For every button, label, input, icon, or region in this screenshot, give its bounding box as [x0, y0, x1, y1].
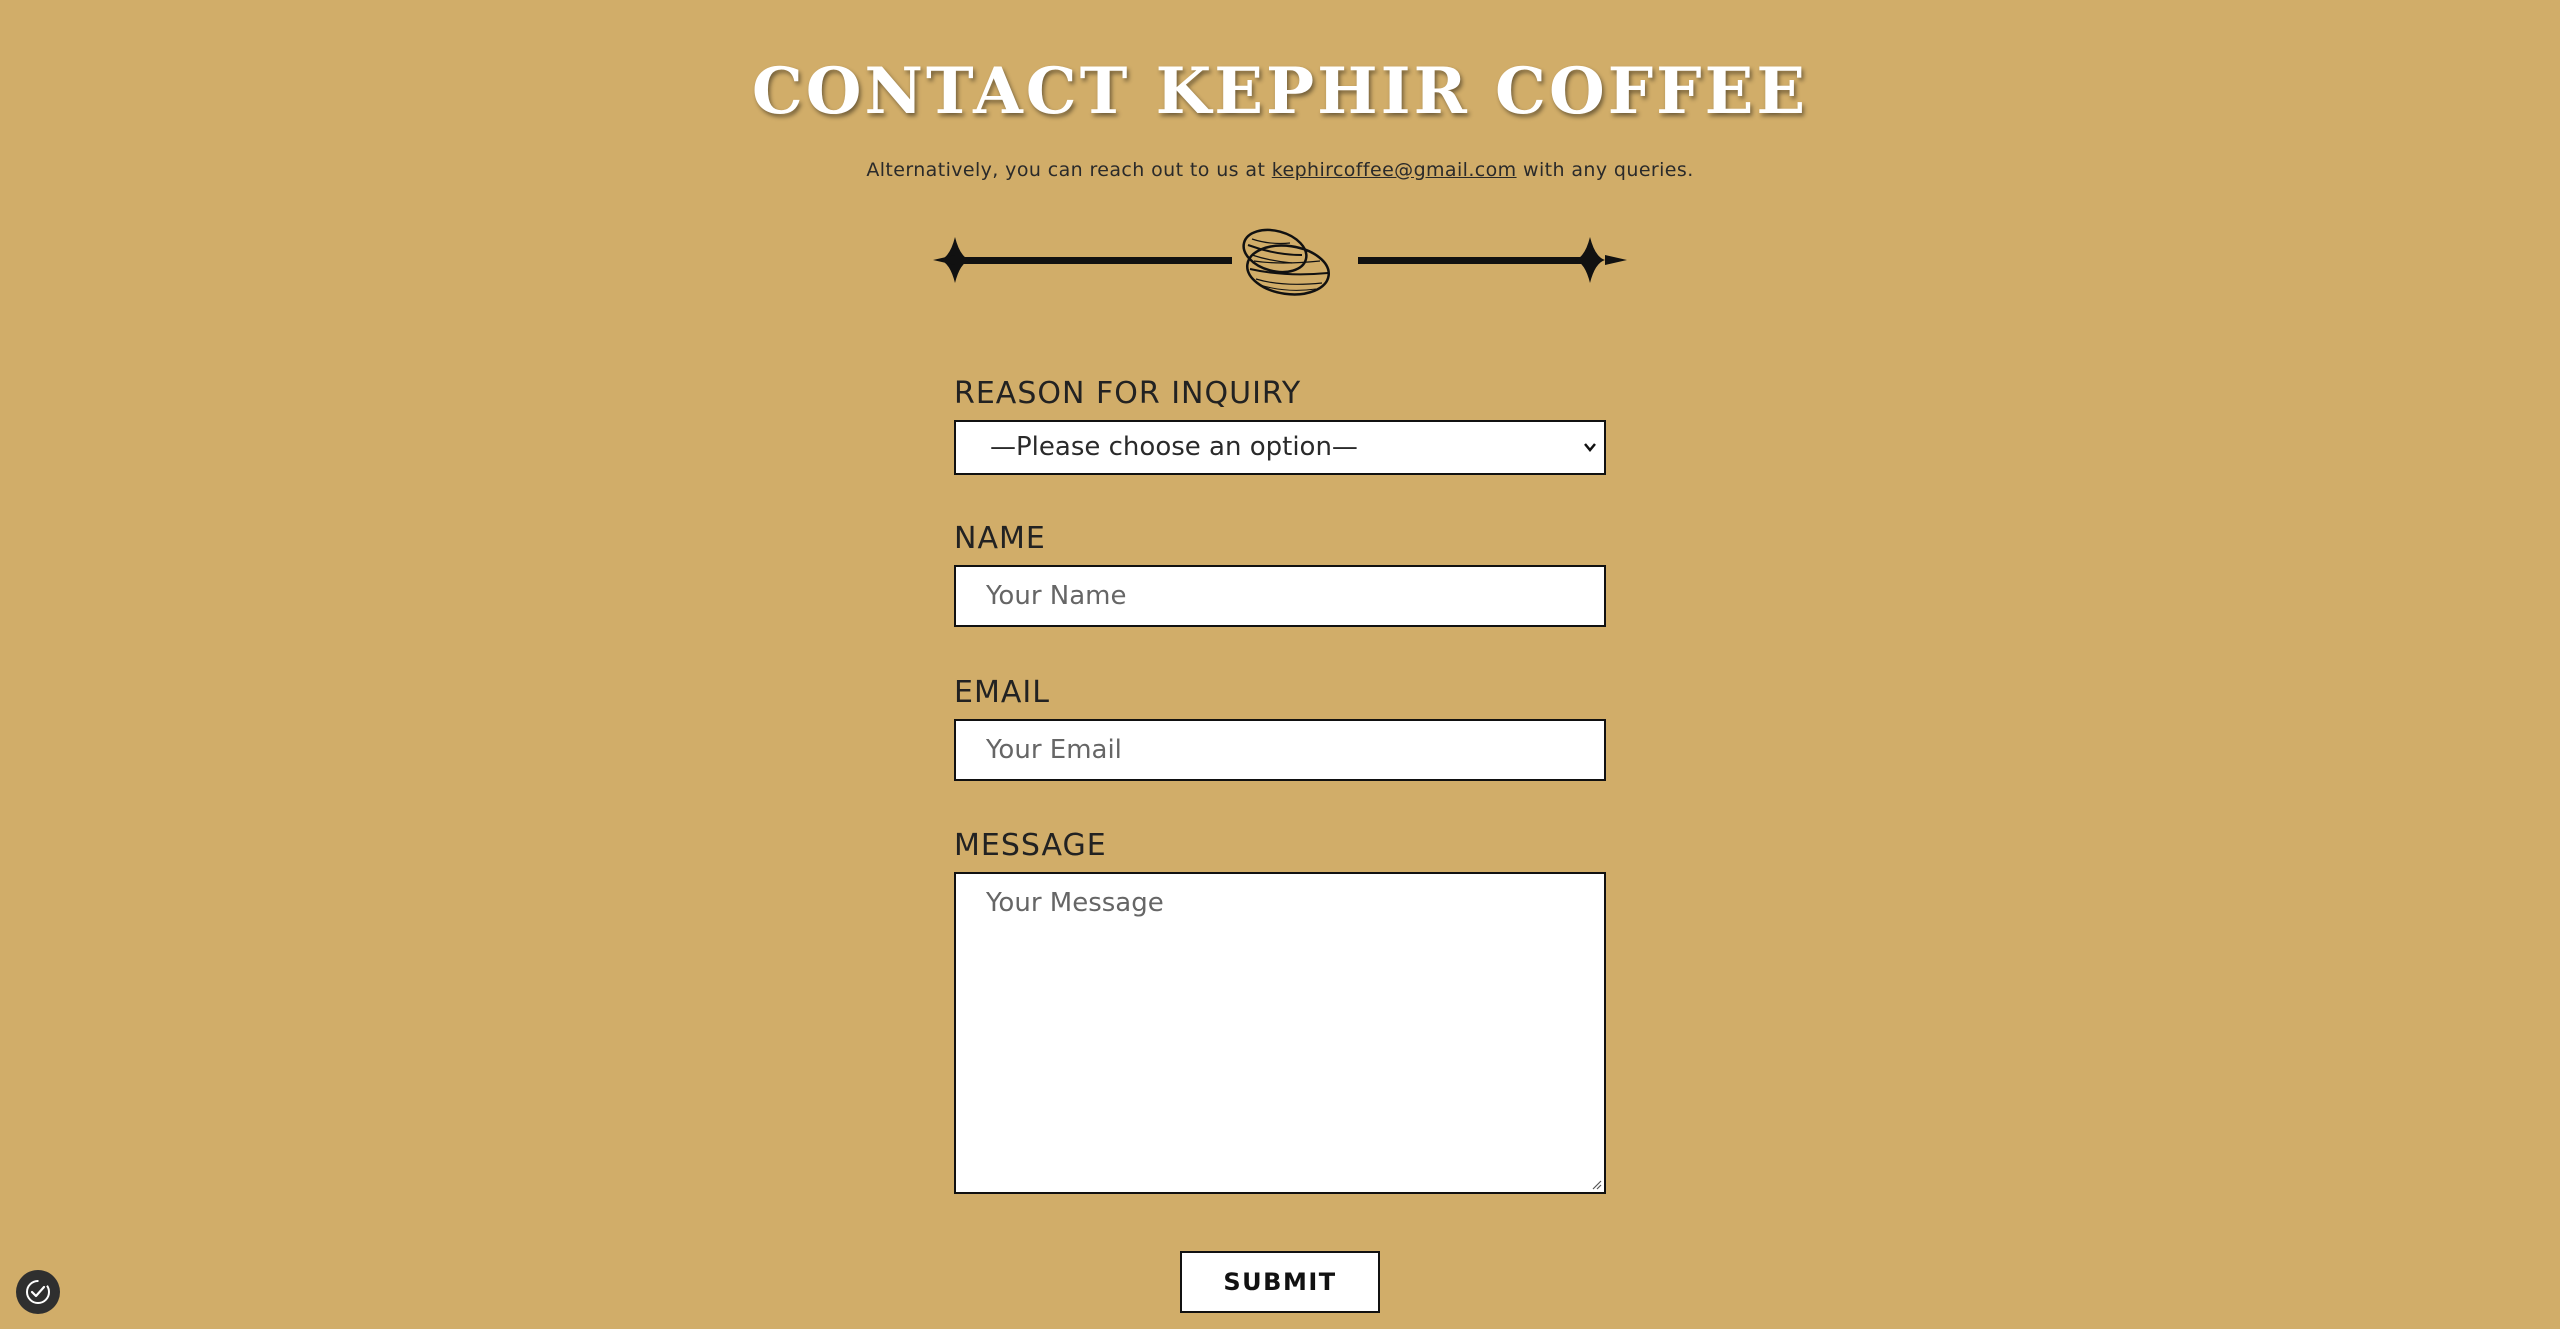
page-title: CONTACT KEPHIR COFFEE — [751, 54, 1809, 129]
reason-select-value: —Please choose an option— — [990, 432, 1358, 462]
privacy-settings-icon — [26, 1280, 50, 1304]
subtitle-prefix: Alternatively, you can reach out to us a… — [866, 159, 1272, 181]
message-textarea[interactable]: Your Message — [954, 872, 1606, 1194]
reason-label: REASON FOR INQUIRY — [954, 376, 1302, 411]
email-label: EMAIL — [954, 675, 1050, 710]
message-label: MESSAGE — [954, 828, 1107, 863]
subtitle-suffix: with any queries. — [1516, 159, 1694, 181]
message-placeholder: Your Message — [986, 888, 1164, 918]
email-link[interactable]: kephircoffee@gmail.com — [1272, 159, 1517, 181]
resize-grip-icon[interactable] — [1590, 1178, 1602, 1190]
chevron-down-icon — [1584, 443, 1596, 452]
divider-right-line — [1358, 237, 1627, 283]
name-input[interactable]: Your Name — [954, 565, 1606, 627]
reason-select[interactable]: —Please choose an option— — [954, 420, 1606, 475]
email-input[interactable]: Your Email — [954, 719, 1606, 781]
name-field-group: NAME Your Name — [954, 519, 1606, 627]
name-label: NAME — [954, 521, 1046, 556]
email-field-group: EMAIL Your Email — [954, 673, 1606, 781]
coffee-beans-icon — [1242, 228, 1330, 296]
decorative-divider — [933, 228, 1627, 296]
message-field-group: MESSAGE Your Message — [954, 826, 1606, 1194]
divider-left-line — [933, 237, 1232, 283]
privacy-settings-button[interactable] — [16, 1270, 60, 1314]
contact-subtitle: Alternatively, you can reach out to us a… — [0, 157, 2560, 183]
reason-field-group: REASON FOR INQUIRY —Please choose an opt… — [954, 374, 1606, 475]
submit-button[interactable]: SUBMIT — [1180, 1251, 1380, 1313]
